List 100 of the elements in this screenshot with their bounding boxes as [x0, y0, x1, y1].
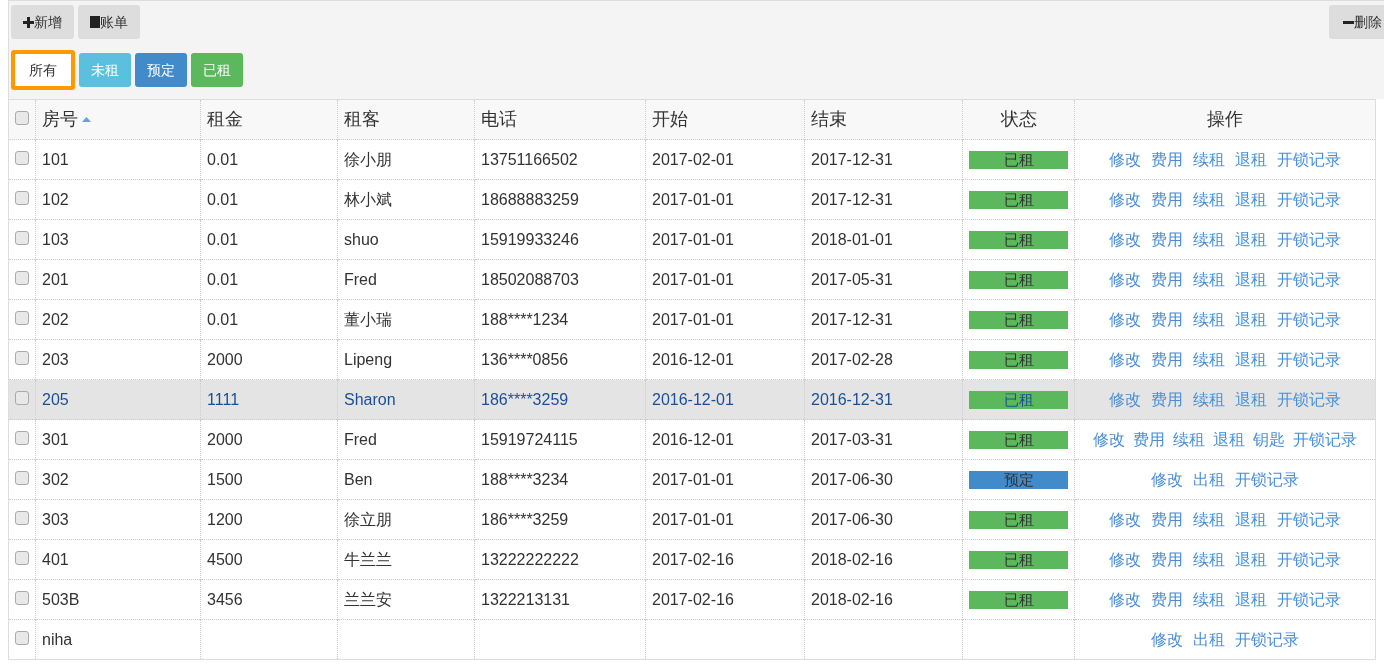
column-header[interactable]: 租客	[344, 106, 380, 133]
action-link[interactable]: 开锁记录	[1277, 190, 1341, 208]
action-link[interactable]: 续租	[1193, 390, 1225, 408]
action-link[interactable]: 续租	[1193, 270, 1225, 288]
action-link[interactable]: 续租	[1193, 510, 1225, 528]
action-link[interactable]: 开锁记录	[1235, 630, 1299, 648]
action-link[interactable]: 费用	[1151, 510, 1183, 528]
checkbox[interactable]	[15, 310, 29, 325]
action-link[interactable]: 出租	[1193, 630, 1225, 648]
checkbox[interactable]	[15, 111, 29, 125]
action-link[interactable]: 修改	[1151, 630, 1183, 648]
column-header[interactable]: 开始	[652, 106, 688, 133]
action-link[interactable]: 开锁记录	[1277, 550, 1341, 568]
table-row[interactable]: 303 1200 徐立朋 186****3259 2017-01-01 2017-06-30 已租 修改 费用 续租 退租 开锁记录	[8, 499, 1376, 540]
action-link[interactable]: 费用	[1151, 310, 1183, 328]
action-link[interactable]: 修改	[1109, 550, 1141, 568]
action-link[interactable]: 出租	[1193, 470, 1225, 488]
checkbox[interactable]	[15, 550, 29, 565]
action-link[interactable]: 钥匙	[1253, 430, 1285, 448]
filter-button[interactable]: 已租	[191, 53, 243, 87]
action-link[interactable]: 开锁记录	[1277, 230, 1341, 248]
action-link[interactable]: 费用	[1151, 270, 1183, 288]
action-link[interactable]: 费用	[1151, 550, 1183, 568]
action-link[interactable]: 退租	[1235, 230, 1267, 248]
table-row[interactable]: 302 1500 Ben 188****3234 2017-01-01 2017-06-30 预定 修改 出租 开锁记录	[8, 459, 1376, 500]
checkbox[interactable]	[15, 470, 29, 485]
column-header[interactable]: 电话	[481, 106, 517, 133]
action-link[interactable]: 开锁记录	[1277, 350, 1341, 368]
action-link[interactable]: 退租	[1213, 430, 1245, 448]
action-link[interactable]: 开锁记录	[1293, 430, 1357, 448]
action-link[interactable]: 退租	[1235, 510, 1267, 528]
action-link[interactable]: 开锁记录	[1277, 310, 1341, 328]
action-link[interactable]: 费用	[1151, 390, 1183, 408]
column-header[interactable]: 房号	[42, 106, 91, 133]
filter-button[interactable]: 未租	[79, 53, 131, 87]
action-link[interactable]: 退租	[1235, 150, 1267, 168]
action-link[interactable]: 退租	[1235, 270, 1267, 288]
action-link[interactable]: 续租	[1193, 590, 1225, 608]
action-link[interactable]: 退租	[1235, 550, 1267, 568]
filter-button[interactable]: 预定	[135, 53, 187, 87]
action-link[interactable]: 修改	[1151, 470, 1183, 488]
table-row[interactable]: 101 0.01 徐小朋 13751166502 2017-02-01 2017-12-31 已租 修改 费用 续租 退租 开锁记录	[8, 139, 1376, 180]
table-row[interactable]: 202 0.01 董小瑞 188****1234 2017-01-01 2017-12-31 已租 修改 费用 续租 退租 开锁记录	[8, 299, 1376, 340]
action-link[interactable]: 开锁记录	[1277, 270, 1341, 288]
action-link[interactable]: 退租	[1235, 190, 1267, 208]
action-link[interactable]: 开锁记录	[1277, 390, 1341, 408]
checkbox[interactable]	[15, 590, 29, 605]
action-link[interactable]: 续租	[1173, 430, 1205, 448]
action-link[interactable]: 修改	[1109, 350, 1141, 368]
action-link[interactable]: 修改	[1109, 190, 1141, 208]
action-link[interactable]: 开锁记录	[1235, 470, 1299, 488]
table-row[interactable]: 205 1111 Sharon 186****3259 2016-12-01 2016-12-31 已租 修改 费用 续租 退租 开锁记录	[8, 379, 1376, 420]
action-link[interactable]: 续租	[1193, 230, 1225, 248]
action-link[interactable]: 退租	[1235, 390, 1267, 408]
action-link[interactable]: 续租	[1193, 310, 1225, 328]
action-link[interactable]: 费用	[1133, 430, 1165, 448]
checkbox[interactable]	[15, 150, 29, 165]
action-link[interactable]: 修改	[1109, 150, 1141, 168]
table-row[interactable]: 203 2000 Lipeng 136****0856 2016-12-01 2017-02-28 已租 修改 费用 续租 退租 开锁记录	[8, 339, 1376, 380]
table-row[interactable]: 503B 3456 兰兰安 1322213131 2017-02-16 2018-02-16 已租 修改 费用 续租 退租 开锁记录	[8, 579, 1376, 620]
action-link[interactable]: 开锁记录	[1277, 150, 1341, 168]
add-button[interactable]: 新增	[11, 5, 74, 39]
action-link[interactable]: 续租	[1193, 350, 1225, 368]
action-link[interactable]: 修改	[1109, 510, 1141, 528]
action-link[interactable]: 修改	[1093, 430, 1125, 448]
action-link[interactable]: 退租	[1235, 350, 1267, 368]
action-link[interactable]: 退租	[1235, 590, 1267, 608]
action-link[interactable]: 续租	[1193, 150, 1225, 168]
action-link[interactable]: 费用	[1151, 190, 1183, 208]
action-link[interactable]: 费用	[1151, 230, 1183, 248]
action-link[interactable]: 修改	[1109, 230, 1141, 248]
checkbox[interactable]	[15, 350, 29, 365]
column-header[interactable]: 操作	[1207, 106, 1243, 133]
checkbox[interactable]	[15, 230, 29, 245]
action-link[interactable]: 费用	[1151, 590, 1183, 608]
action-link[interactable]: 退租	[1235, 310, 1267, 328]
column-header[interactable]: 租金	[207, 106, 243, 133]
action-link[interactable]: 修改	[1109, 270, 1141, 288]
table-row[interactable]: 301 2000 Fred 15919724115 2016-12-01 2017-03-31 已租 修改 费用 续租 退租 钥匙 开锁记录	[8, 419, 1376, 460]
action-link[interactable]: 续租	[1193, 550, 1225, 568]
table-row[interactable]: 102 0.01 林小斌 18688883259 2017-01-01 2017-12-31 已租 修改 费用 续租 退租 开锁记录	[8, 179, 1376, 220]
table-row[interactable]: 401 4500 牛兰兰 13222222222 2017-02-16 2018-02-16 已租 修改 费用 续租 退租 开锁记录	[8, 539, 1376, 580]
checkbox[interactable]	[15, 510, 29, 525]
table-row[interactable]: 201 0.01 Fred 18502088703 2017-01-01 2017-05-31 已租 修改 费用 续租 退租 开锁记录	[8, 259, 1376, 300]
action-link[interactable]: 费用	[1151, 350, 1183, 368]
action-link[interactable]: 费用	[1151, 150, 1183, 168]
action-link[interactable]: 开锁记录	[1277, 510, 1341, 528]
action-link[interactable]: 修改	[1109, 590, 1141, 608]
column-header[interactable]: 结束	[811, 106, 847, 133]
action-link[interactable]: 修改	[1109, 390, 1141, 408]
checkbox[interactable]	[15, 390, 29, 405]
filter-button[interactable]: 所有	[11, 50, 75, 90]
delete-button[interactable]: 删除	[1329, 5, 1384, 39]
action-link[interactable]: 修改	[1109, 310, 1141, 328]
table-row[interactable]: 103 0.01 shuo 15919933246 2017-01-01 2018-01-01 已租 修改 费用 续租 退租 开锁记录	[8, 219, 1376, 260]
action-link[interactable]: 续租	[1193, 190, 1225, 208]
checkbox[interactable]	[15, 430, 29, 445]
checkbox[interactable]	[15, 190, 29, 205]
column-header[interactable]: 状态	[1000, 106, 1037, 133]
checkbox[interactable]	[15, 630, 29, 645]
